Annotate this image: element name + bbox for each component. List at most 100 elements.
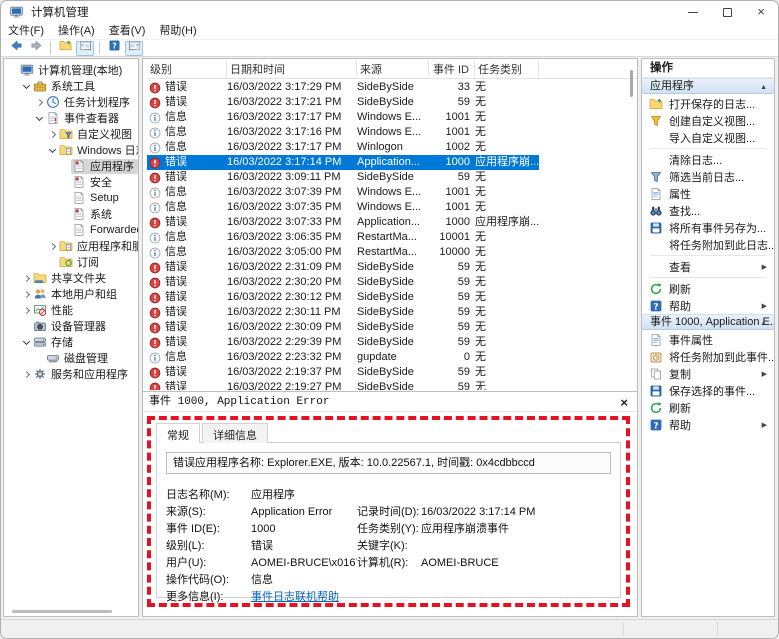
- action-item-find[interactable]: 查找...: [642, 202, 774, 219]
- column-header-source[interactable]: 来源: [357, 61, 429, 78]
- tree-item[interactable]: 应用程序和服务日志: [4, 238, 138, 254]
- forward-button[interactable]: [27, 41, 45, 56]
- action-item-view[interactable]: 查看▶: [642, 258, 774, 275]
- tree-item[interactable]: 性能: [4, 302, 138, 318]
- action-item-copy[interactable]: 复制▶: [642, 365, 774, 382]
- action-item-event-properties[interactable]: 事件属性: [642, 331, 774, 348]
- expander-icon[interactable]: [21, 289, 32, 300]
- event-row[interactable]: 错误16/03/2022 3:17:29 PMSideBySide33无: [147, 80, 539, 95]
- tree-item[interactable]: 存储: [4, 334, 138, 350]
- event-row[interactable]: 信息16/03/2022 3:07:35 PMWindows E...1001无: [147, 200, 539, 215]
- horizontal-scrollbar-thumb[interactable]: [12, 610, 112, 613]
- action-item-import-custom-view[interactable]: 导入自定义视图...: [642, 129, 774, 146]
- action-item-open-saved-log[interactable]: 打开保存的日志...: [642, 95, 774, 112]
- event-row[interactable]: 信息16/03/2022 3:17:17 PMWinlogon1002无: [147, 140, 539, 155]
- tree-item[interactable]: 设备管理器: [4, 318, 138, 334]
- event-row[interactable]: 错误16/03/2022 2:30:20 PMSideBySide59无: [147, 275, 539, 290]
- event-row[interactable]: 错误16/03/2022 3:17:21 PMSideBySide59无: [147, 95, 539, 110]
- expander-icon[interactable]: [34, 97, 45, 108]
- event-row[interactable]: 信息16/03/2022 3:17:16 PMWindows E...1001无: [147, 125, 539, 140]
- tree-item[interactable]: 任务计划程序: [4, 94, 138, 110]
- expander-icon[interactable]: [21, 81, 32, 92]
- event-row[interactable]: 错误16/03/2022 3:17:14 PMApplication...100…: [147, 155, 539, 170]
- menu-item-help[interactable]: 帮助(H): [152, 23, 203, 40]
- close-icon[interactable]: ×: [620, 393, 628, 413]
- action-item-refresh[interactable]: 刷新: [642, 280, 774, 297]
- menu-item-file[interactable]: 文件(F): [1, 23, 51, 40]
- num column-header-event_id[interactable]: 事件 ID: [429, 61, 475, 78]
- tab-general[interactable]: 常规: [156, 423, 200, 443]
- action-item-attach-task-to-event[interactable]: 将任务附加到此事件...: [642, 348, 774, 365]
- toggle-console-tree-button[interactable]: [76, 41, 94, 56]
- action-item-help[interactable]: ?帮助▶: [642, 297, 774, 314]
- event-row[interactable]: 错误16/03/2022 3:09:11 PMSideBySide59无: [147, 170, 539, 185]
- action-section-header[interactable]: 应用程序▲: [642, 78, 774, 94]
- event-row[interactable]: 错误16/03/2022 2:30:09 PMSideBySide59无: [147, 320, 539, 335]
- column-header-datetime[interactable]: 日期和时间: [227, 61, 357, 78]
- event-row[interactable]: 错误16/03/2022 2:19:37 PMSideBySide59无: [147, 365, 539, 380]
- action-item-help[interactable]: ?帮助▶: [642, 416, 774, 433]
- event-row[interactable]: 错误16/03/2022 2:31:09 PMSideBySide59无: [147, 260, 539, 275]
- tree-item[interactable]: 订阅: [4, 254, 138, 270]
- category-cell: 无: [475, 365, 539, 380]
- action-item-create-custom-view[interactable]: 创建自定义视图...: [642, 112, 774, 129]
- event-log-help-link[interactable]: 事件日志联机帮助: [251, 591, 339, 603]
- tree-item[interactable]: 计算机管理(本地): [4, 62, 138, 78]
- tree-item[interactable]: 共享文件夹: [4, 270, 138, 286]
- action-item-filter-current-log[interactable]: 筛选当前日志...: [642, 168, 774, 185]
- event-row[interactable]: 错误16/03/2022 2:30:11 PMSideBySide59无: [147, 305, 539, 320]
- collapse-icon[interactable]: ▲: [760, 316, 767, 330]
- event-row[interactable]: 信息16/03/2022 3:17:17 PMWindows E...1001无: [147, 110, 539, 125]
- tree-item[interactable]: 系统: [4, 206, 138, 222]
- toggle-action-pane-button[interactable]: [125, 41, 143, 56]
- column-header-category[interactable]: 任务类别: [475, 61, 539, 78]
- tab-details[interactable]: 详细信息: [202, 423, 268, 443]
- tree-item[interactable]: 服务和应用程序: [4, 366, 138, 382]
- action-item-refresh[interactable]: 刷新: [642, 399, 774, 416]
- expander-icon[interactable]: [47, 129, 58, 140]
- tree-item[interactable]: 系统工具: [4, 78, 138, 94]
- action-section-header[interactable]: 事件 1000, Application E...▲: [642, 314, 774, 330]
- action-item-save-selected-events[interactable]: 保存选择的事件...: [642, 382, 774, 399]
- event-row[interactable]: 信息16/03/2022 3:07:39 PMWindows E...1001无: [147, 185, 539, 200]
- tree-item[interactable]: 磁盘管理: [4, 350, 138, 366]
- help-button[interactable]: ?: [105, 41, 123, 56]
- expander-icon[interactable]: [47, 241, 58, 252]
- collapse-icon[interactable]: ▲: [760, 80, 767, 94]
- tree-item[interactable]: Windows 日志: [4, 142, 138, 158]
- event-row[interactable]: 信息16/03/2022 3:05:00 PMRestartMa...10000…: [147, 245, 539, 260]
- expander-icon[interactable]: [21, 273, 32, 284]
- event-row[interactable]: 错误16/03/2022 2:29:39 PMSideBySide59无: [147, 335, 539, 350]
- tree-item-label: 计算机管理(本地): [38, 62, 122, 78]
- expander-icon[interactable]: [34, 113, 45, 124]
- tree-item[interactable]: Forwarded Eve: [4, 222, 138, 238]
- event-row[interactable]: 错误16/03/2022 2:30:12 PMSideBySide59无: [147, 290, 539, 305]
- menu-item-action[interactable]: 操作(A): [51, 23, 102, 40]
- column-header-level[interactable]: 级别: [147, 61, 227, 78]
- maximize-button[interactable]: [710, 1, 744, 23]
- tree-item[interactable]: 本地用户和组: [4, 286, 138, 302]
- expander-icon[interactable]: [21, 305, 32, 316]
- event-row[interactable]: 错误16/03/2022 3:07:33 PMApplication...100…: [147, 215, 539, 230]
- tree-item[interactable]: Setup: [4, 190, 138, 206]
- tree-item[interactable]: 自定义视图: [4, 126, 138, 142]
- open-saved-log-button[interactable]: [56, 41, 74, 56]
- action-item-properties[interactable]: 属性: [642, 185, 774, 202]
- tree-item[interactable]: 安全: [4, 174, 138, 190]
- action-item-save-all-events-as[interactable]: 将所有事件另存为...: [642, 219, 774, 236]
- tree-item[interactable]: 事件查看器: [4, 110, 138, 126]
- back-button[interactable]: [7, 41, 25, 56]
- action-item-attach-task-to-log[interactable]: 将任务附加到此日志...: [642, 236, 774, 253]
- close-button[interactable]: ×: [744, 1, 778, 23]
- vertical-scrollbar-thumb[interactable]: [630, 70, 633, 97]
- minimize-button[interactable]: [676, 1, 710, 23]
- event-row[interactable]: 信息16/03/2022 2:23:32 PMgupdate0无: [147, 350, 539, 365]
- expander-icon[interactable]: [21, 369, 32, 380]
- menu-item-view[interactable]: 查看(V): [102, 23, 153, 40]
- event-row[interactable]: 错误16/03/2022 2:19:27 PMSideBySide59无: [147, 380, 539, 390]
- expander-icon[interactable]: [21, 337, 32, 348]
- action-item-clear-log[interactable]: 清除日志...: [642, 151, 774, 168]
- expander-icon[interactable]: [47, 145, 58, 156]
- event-row[interactable]: 信息16/03/2022 3:06:35 PMRestartMa...10001…: [147, 230, 539, 245]
- tree-item[interactable]: 应用程序: [4, 158, 138, 174]
